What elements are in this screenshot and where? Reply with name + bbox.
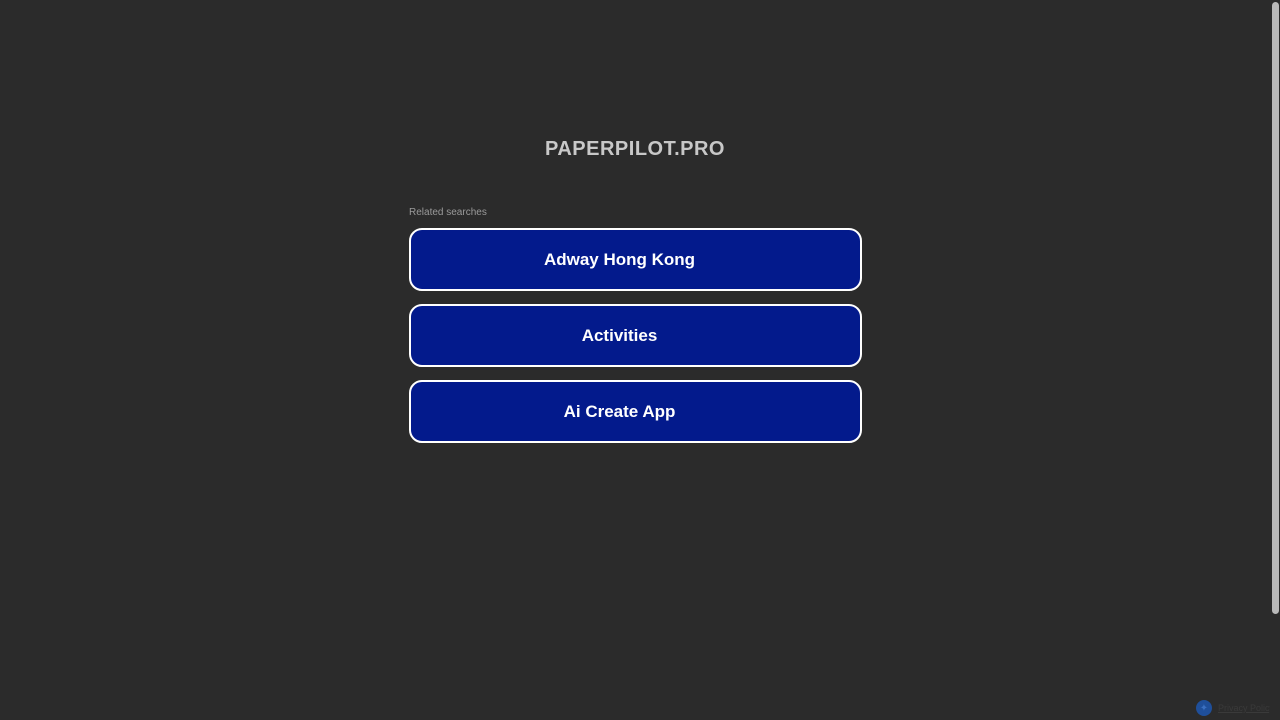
privacy-policy-link[interactable]: Privacy Policy xyxy=(1218,703,1274,713)
privacy-badge[interactable]: ✦ Privacy Policy xyxy=(1195,700,1274,716)
related-searches-list: Adway Hong Kong Activities Ai Create App xyxy=(409,228,862,456)
parked-domain-page: PAPERPILOT.PRO Related searches Adway Ho… xyxy=(0,0,1280,720)
vertical-scrollbar[interactable] xyxy=(1270,0,1280,720)
domain-title: PAPERPILOT.PRO xyxy=(545,138,725,160)
related-search-button-adway-hong-kong[interactable]: Adway Hong Kong xyxy=(409,228,862,291)
related-searches-label: Related searches xyxy=(409,207,487,218)
privacy-shield-icon: ✦ xyxy=(1195,700,1212,716)
related-search-button-ai-create-app[interactable]: Ai Create App xyxy=(409,380,862,443)
related-search-button-activities[interactable]: Activities xyxy=(409,304,862,367)
scrollbar-thumb[interactable] xyxy=(1272,2,1279,614)
